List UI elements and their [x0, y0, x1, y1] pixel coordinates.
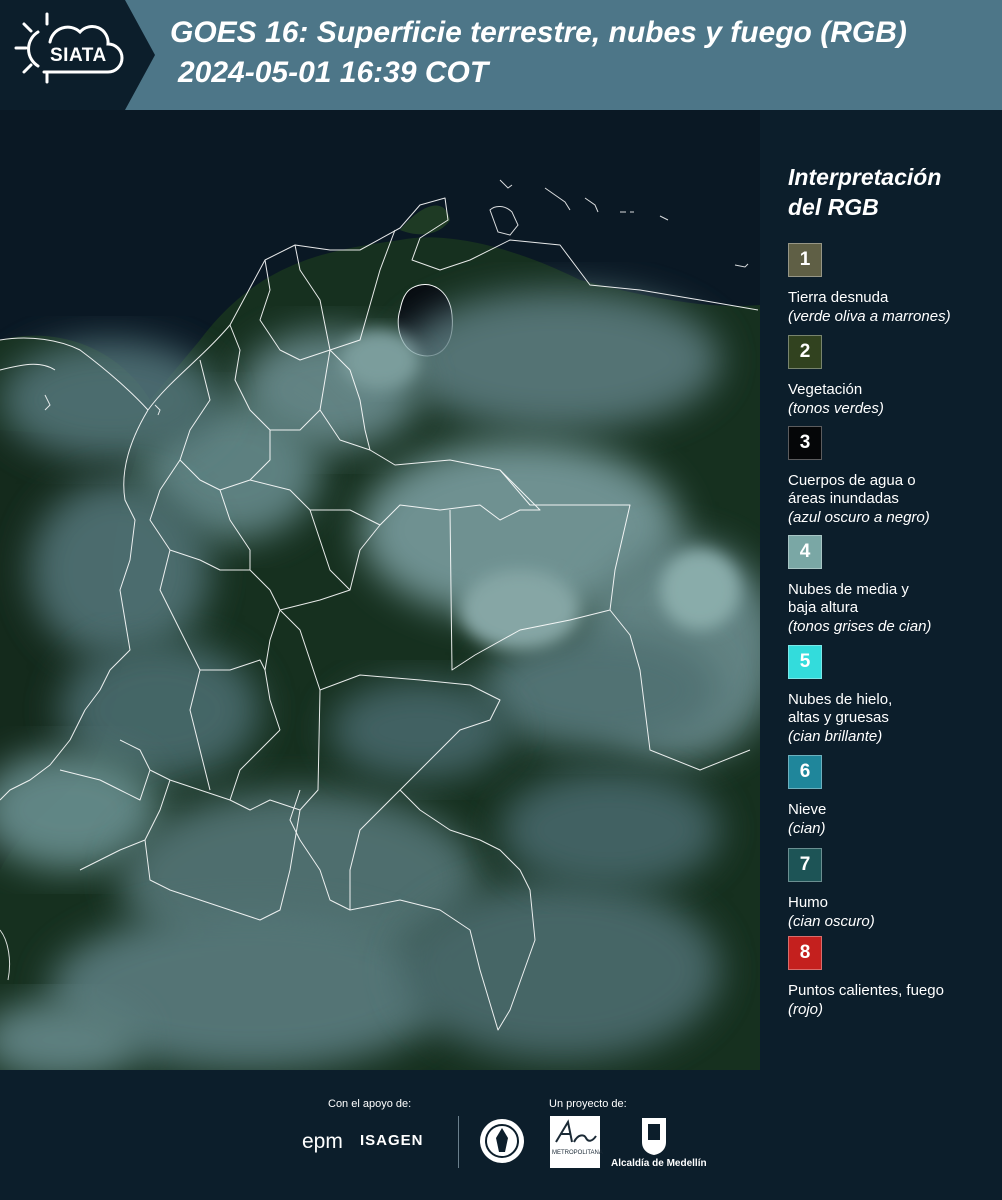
- area-metropolitana-logo: METROPOLITANA: [550, 1116, 603, 1168]
- legend-label: Nubes de media y baja altura: [788, 581, 909, 616]
- legend-sublabel: (tonos verdes): [788, 400, 884, 417]
- legend-title-line2: del RGB: [788, 194, 879, 220]
- page-title: GOES 16: Superficie terrestre, nubes y f…: [170, 16, 907, 49]
- support-label: Con el apoyo de:: [328, 1098, 412, 1110]
- legend-label: Nieve: [788, 801, 827, 818]
- footer: Con el apoyo de: Un proyecto de: epm ISA…: [0, 1070, 1002, 1200]
- legend-sublabel: (cian oscuro): [788, 913, 875, 930]
- legend-item: 6 Nieve (cian): [788, 755, 998, 838]
- legend-swatch: 3: [788, 426, 822, 460]
- legend-swatch: 6: [788, 755, 822, 789]
- legend-label: Humo: [788, 894, 829, 911]
- legend-sublabel: (tonos grises de cian): [788, 618, 932, 635]
- legend-item: 1 Tierra desnuda (verde oliva a marrones): [788, 243, 998, 326]
- legend-sublabel: (azul oscuro a negro): [788, 509, 930, 526]
- siata-logo-text: SIATA: [50, 45, 107, 66]
- alcaldia-shield-icon: [642, 1118, 666, 1155]
- area-script-icon: [555, 1119, 597, 1143]
- map-svg: [0, 110, 760, 1070]
- page-timestamp: 2024-05-01 16:39 COT: [178, 56, 489, 89]
- footer-divider: [458, 1116, 459, 1168]
- legend-label: Puntos calientes, fuego: [788, 982, 944, 999]
- header-bar: SIATA GOES 16: Superficie terrestre, nub…: [0, 0, 1002, 110]
- legend-label: Cuerpos de agua o áreas inundadas: [788, 472, 916, 507]
- area-metropolitana-text: METROPOLITANA: [552, 1150, 603, 1156]
- legend-sublabel: (cian): [788, 820, 826, 837]
- legend-sublabel: (rojo): [788, 1001, 824, 1018]
- legend-title-line1: Interpretación: [788, 164, 942, 190]
- project-label: Un proyecto de:: [549, 1098, 627, 1110]
- legend-item: 4 Nubes de media y baja altura (tonos gris…: [788, 535, 998, 636]
- legend-label: Nubes de hielo, altas y gruesas: [788, 691, 893, 726]
- legend-item: 2 Vegetación (tonos verdes): [788, 335, 998, 418]
- legend-item: 8 Puntos calientes, fuego (rojo): [788, 936, 998, 1019]
- legend-label: Vegetación: [788, 381, 863, 398]
- seal-icon: [480, 1119, 524, 1163]
- legend-item: 3 Cuerpos de agua o áreas inundadas (azul …: [788, 426, 998, 527]
- epm-logo: epm: [302, 1130, 343, 1153]
- legend-swatch: 1: [788, 243, 822, 277]
- legend-sublabel: (verde oliva a marrones): [788, 308, 951, 325]
- legend-swatch: 4: [788, 535, 822, 569]
- isagen-logo: ISAGEN: [360, 1132, 424, 1149]
- legend-swatch: 8: [788, 936, 822, 970]
- legend-swatch: 7: [788, 848, 822, 882]
- legend-label: Tierra desnuda: [788, 289, 889, 306]
- alcaldia-label: Alcaldía de Medellín: [611, 1158, 707, 1169]
- legend-swatch: 5: [788, 645, 822, 679]
- legend-item: 7 Humo (cian oscuro): [788, 848, 998, 931]
- satellite-map: [0, 110, 760, 1070]
- legend-swatch: 2: [788, 335, 822, 369]
- legend-item: 5 Nubes de hielo, altas y gruesas (cian br…: [788, 645, 998, 746]
- legend-sublabel: (cian brillante): [788, 728, 883, 745]
- legend-panel: Interpretación del RGB 1 Tierra desnuda (v…: [760, 110, 1002, 1070]
- legend-title: Interpretación del RGB: [788, 162, 988, 222]
